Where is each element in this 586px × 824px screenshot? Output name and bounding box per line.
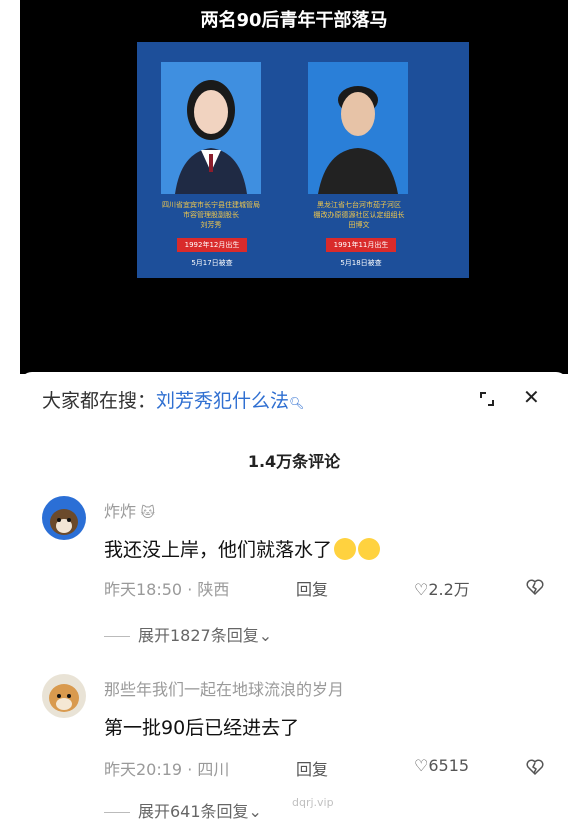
heart-icon: ♡ [414, 756, 429, 775]
born-badge-left: 1992年12月出生 [177, 238, 247, 252]
expand-replies-button[interactable]: 展开641条回复⌄ [104, 798, 262, 822]
watermark: dqrj.vip [292, 796, 334, 809]
dislike-icon[interactable] [526, 758, 544, 776]
comment-username[interactable]: 炸炸 🐱 [104, 498, 155, 522]
search-prefix: 大家都在搜： [42, 390, 157, 412]
poster-caption-right: 黑龙江省七台河市茄子河区 棚改办原德源社区认定组组长 田博文 [313, 201, 405, 229]
video-title: 两名90后青年干部落马 [200, 10, 388, 31]
cat-emoji-icon: 🐱 [136, 505, 156, 521]
video-player[interactable]: 两名90后青年干部落马 四川省宜宾市长宁县住建城管局 市容管理股副股长 刘芳秀 [20, 0, 568, 374]
search-suggestion[interactable]: 大家都在搜：刘芳秀犯什么法🔍︎ [42, 386, 304, 413]
portrait-photo-right [308, 62, 408, 194]
reply-button[interactable]: 回复 [296, 576, 328, 600]
heart-icon: ♡ [414, 580, 429, 599]
born-badge-right: 1991年11月出生 [326, 238, 396, 252]
comments-panel: 大家都在搜：刘芳秀犯什么法🔍︎ ✕ 1.4万条评论 炸炸 🐱 我还没上岸，他们就… [20, 372, 568, 824]
pleading-emoji-icon [358, 538, 381, 560]
expand-icon[interactable] [480, 392, 494, 406]
like-button[interactable]: ♡6515 [414, 756, 469, 775]
comment-text: 我还没上岸，他们就落水了 [104, 535, 381, 562]
close-icon[interactable]: ✕ [523, 385, 540, 409]
avatar[interactable] [42, 496, 86, 540]
dislike-icon[interactable] [526, 578, 544, 596]
chevron-down-icon: ⌄ [248, 802, 262, 821]
comment-meta: 昨天18:50 · 陕西 [104, 580, 230, 599]
search-keyword[interactable]: 刘芳秀犯什么法 [156, 390, 289, 412]
pleading-emoji-icon [334, 538, 357, 560]
chevron-down-icon: ⌄ [258, 626, 273, 645]
comment-count: 1.4万条评论 [247, 452, 341, 471]
search-icon: 🔍︎ [289, 396, 305, 410]
like-button[interactable]: ♡2.2万 [414, 576, 470, 600]
comment-text: 第一批90后已经进去了 [104, 717, 300, 739]
comment-meta: 昨天20:19 · 四川 [104, 760, 230, 779]
reply-button[interactable]: 回复 [296, 756, 328, 780]
portrait-photo-left [161, 62, 261, 194]
news-poster: 四川省宜宾市长宁县住建城管局 市容管理股副股长 刘芳秀 黑龙江省七台河市茄子河区… [137, 42, 469, 278]
expand-replies-button[interactable]: 展开1827条回复⌄ [104, 622, 272, 646]
poster-caption-left: 四川省宜宾市长宁县住建城管局 市容管理股副股长 刘芳秀 [162, 201, 260, 229]
investigated-date-right: 5月18日被查 [340, 259, 382, 267]
investigated-date-left: 5月17日被查 [191, 259, 233, 267]
avatar[interactable] [42, 674, 86, 718]
comment-username[interactable]: 那些年我们一起在地球流浪的岁月 [104, 676, 344, 700]
